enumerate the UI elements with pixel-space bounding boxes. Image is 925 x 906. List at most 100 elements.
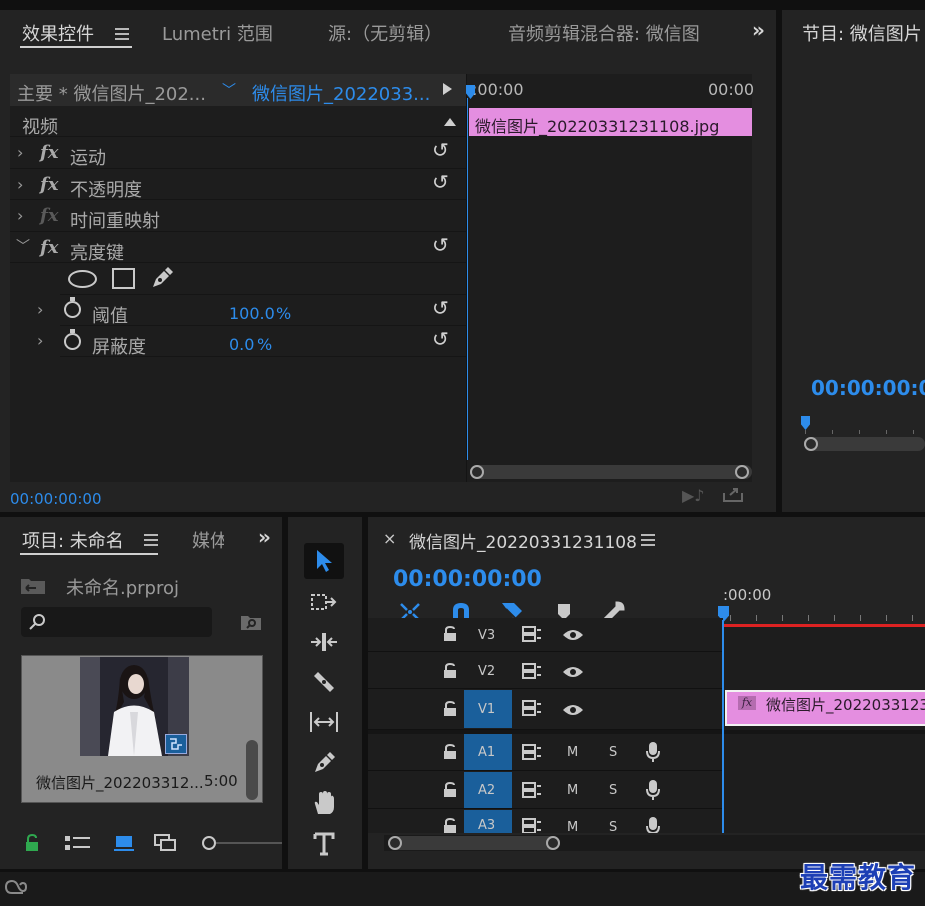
- program-timecode[interactable]: 00:00:00:00: [811, 376, 925, 400]
- scroll-handle-right[interactable]: [735, 465, 749, 479]
- track-name-v1[interactable]: V1: [478, 702, 495, 717]
- collapse-chevron-icon[interactable]: ﹀: [16, 236, 30, 256]
- master-clip-label[interactable]: 主要 * 微信图片_202...: [17, 80, 206, 106]
- chevron-down-icon[interactable]: ﹀: [222, 80, 236, 100]
- pen-mask-icon[interactable]: [150, 266, 174, 294]
- tab-audio-clip-mixer[interactable]: 音频剪辑混合器: 微信图: [508, 20, 720, 46]
- program-monitor-title[interactable]: 节目: 微信图片: [802, 20, 922, 46]
- project-scrollbar[interactable]: [246, 740, 258, 800]
- more-tabs-icon[interactable]: »: [752, 18, 765, 42]
- zoom-slider[interactable]: [202, 836, 282, 850]
- export-icon[interactable]: [722, 485, 744, 507]
- microphone-icon[interactable]: [646, 741, 660, 767]
- razor-tool[interactable]: [304, 664, 344, 700]
- close-icon[interactable]: ×: [383, 529, 396, 548]
- scroll-handle-left[interactable]: [388, 836, 402, 850]
- play-triangle-icon[interactable]: [443, 83, 452, 95]
- ec-timecode[interactable]: 00:00:00:00: [10, 490, 102, 508]
- sync-lock-icon[interactable]: [522, 744, 542, 764]
- track-select-tool[interactable]: [304, 584, 344, 620]
- selection-tool[interactable]: [304, 543, 344, 579]
- type-tool[interactable]: [304, 826, 344, 862]
- track-name-a1[interactable]: A1: [478, 745, 495, 760]
- expand-chevron-icon[interactable]: ›: [37, 331, 43, 350]
- scroll-handle-left[interactable]: [804, 437, 818, 451]
- track-name-v3[interactable]: V3: [478, 628, 495, 643]
- microphone-icon[interactable]: [646, 816, 660, 833]
- tab-effect-controls[interactable]: 效果控件: [22, 20, 94, 46]
- mute-button[interactable]: M: [567, 820, 578, 833]
- reset-icon[interactable]: ↺: [432, 296, 449, 320]
- solo-button[interactable]: S: [609, 745, 617, 760]
- clip-selector[interactable]: 微信图片_2022033...: [252, 80, 430, 106]
- track-name-a3[interactable]: A3: [478, 818, 495, 833]
- expand-chevron-icon[interactable]: ›: [17, 206, 23, 225]
- track-name-v2[interactable]: V2: [478, 664, 495, 679]
- eye-icon[interactable]: [562, 664, 584, 683]
- ellipse-mask-icon[interactable]: [68, 270, 97, 288]
- icon-view-icon[interactable]: [114, 834, 134, 856]
- timeline-timecode[interactable]: 00:00:00:00: [393, 567, 542, 592]
- sync-lock-icon[interactable]: [522, 782, 542, 802]
- param-threshold-value[interactable]: 100.0: [229, 304, 275, 323]
- freeform-view-icon[interactable]: [154, 834, 182, 856]
- reset-icon[interactable]: ↺: [432, 327, 449, 351]
- tab-project[interactable]: 项目: 未命名: [22, 527, 124, 553]
- param-feather-value[interactable]: 0.0: [229, 335, 254, 354]
- fx-icon[interactable]: fx: [40, 174, 58, 195]
- search-input[interactable]: [21, 607, 212, 637]
- sync-lock-icon[interactable]: [522, 818, 542, 833]
- scroll-handle-left[interactable]: [470, 465, 484, 479]
- folder-up-icon[interactable]: [20, 575, 46, 599]
- reset-icon[interactable]: ↺: [432, 138, 449, 162]
- sync-lock-icon[interactable]: [522, 700, 542, 720]
- track-lock-icon[interactable]: [443, 700, 457, 721]
- solo-button[interactable]: S: [609, 783, 617, 798]
- panel-menu-icon[interactable]: [115, 28, 129, 40]
- microphone-icon[interactable]: [646, 779, 660, 805]
- eye-icon[interactable]: [562, 627, 584, 646]
- slip-tool[interactable]: [304, 704, 344, 740]
- track-lock-icon[interactable]: [443, 781, 457, 802]
- tab-media-browser[interactable]: 媒体: [192, 527, 224, 553]
- track-lock-icon[interactable]: [443, 625, 457, 646]
- list-view-icon[interactable]: [64, 835, 92, 855]
- lock-icon[interactable]: [24, 833, 40, 856]
- track-lock-icon[interactable]: [443, 743, 457, 764]
- find-bin-icon[interactable]: [240, 613, 262, 635]
- play-audio-icon[interactable]: ▶♪: [682, 486, 705, 505]
- sequence-tab[interactable]: 微信图片_20220331231108: [409, 528, 637, 553]
- hand-tool[interactable]: [304, 785, 344, 821]
- expand-chevron-icon[interactable]: ›: [17, 143, 23, 162]
- sync-lock-icon[interactable]: [522, 626, 542, 646]
- track-name-a2[interactable]: A2: [478, 783, 495, 798]
- fx-icon[interactable]: fx: [40, 237, 58, 258]
- more-tabs-icon[interactable]: »: [258, 525, 271, 549]
- reset-icon[interactable]: ↺: [432, 170, 449, 194]
- expand-chevron-icon[interactable]: ›: [17, 175, 23, 194]
- ripple-edit-tool[interactable]: [304, 624, 344, 660]
- sync-lock-icon[interactable]: [522, 663, 542, 683]
- track-lock-icon[interactable]: [443, 662, 457, 683]
- eye-icon[interactable]: [562, 702, 584, 721]
- stopwatch-icon[interactable]: [64, 333, 81, 350]
- scroll-handle-right[interactable]: [546, 836, 560, 850]
- tab-lumetri-scopes[interactable]: Lumetri 范围: [162, 20, 273, 46]
- tab-source[interactable]: 源:（无剪辑）: [328, 20, 442, 46]
- mute-button[interactable]: M: [567, 783, 578, 798]
- stopwatch-icon[interactable]: [64, 301, 81, 318]
- panel-menu-icon[interactable]: [641, 534, 655, 546]
- solo-button[interactable]: S: [609, 820, 617, 833]
- reset-icon[interactable]: ↺: [432, 233, 449, 257]
- timeline-scrollbar-thumb[interactable]: [388, 836, 560, 850]
- collapse-up-icon[interactable]: [444, 118, 456, 126]
- track-lock-icon[interactable]: [443, 818, 457, 833]
- pen-tool[interactable]: [304, 745, 344, 781]
- mute-button[interactable]: M: [567, 745, 578, 760]
- program-scrollbar[interactable]: [804, 437, 925, 451]
- creative-cloud-icon[interactable]: [4, 877, 30, 901]
- ec-zoom-scrollbar[interactable]: [470, 465, 752, 479]
- expand-chevron-icon[interactable]: ›: [37, 300, 43, 319]
- rectangle-mask-icon[interactable]: [112, 268, 135, 289]
- fx-icon[interactable]: fx: [40, 142, 58, 163]
